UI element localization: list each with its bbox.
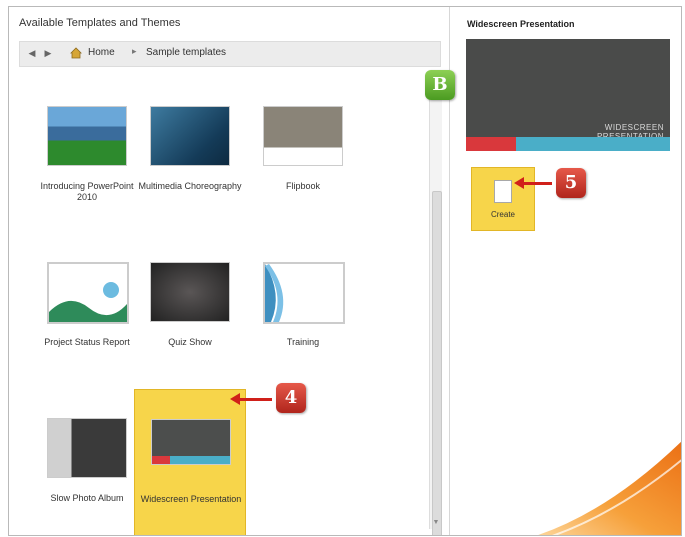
template-tile-flipbook[interactable]: Flipbook: [247, 99, 359, 239]
templates-scrollbar[interactable]: ▲ ▼: [429, 71, 442, 535]
template-label: Quiz Show: [168, 337, 212, 347]
template-tile-slow-photo-album[interactable]: Slow Photo Album: [31, 411, 143, 535]
home-icon[interactable]: [70, 47, 82, 59]
template-thumbnail: [151, 263, 229, 321]
template-tile-training[interactable]: Training: [247, 255, 359, 395]
template-thumbnail: [48, 419, 126, 477]
new-presentation-window: Available Templates and Themes ◀ ▶ Home …: [8, 6, 682, 536]
template-label: Flipbook: [285, 181, 321, 191]
scrollbar-thumb[interactable]: [432, 191, 442, 535]
scroll-down-icon[interactable]: ▼: [430, 517, 442, 529]
callout-4-arrow: [230, 393, 272, 405]
template-thumbnail: [48, 107, 126, 165]
callout-5-badge: 5: [556, 168, 586, 198]
template-label: Multimedia Choreography: [138, 181, 242, 191]
home-link[interactable]: Home: [88, 47, 115, 58]
template-preview-panel: Widescreen Presentation WIDESCREEN PRESE…: [449, 7, 681, 535]
template-breadcrumb-bar: ◀ ▶ Home ▸ Sample templates: [19, 41, 441, 67]
template-tile-project-status-report[interactable]: Project Status Report: [31, 255, 143, 395]
template-thumbnail: [264, 107, 342, 165]
template-label: Slow Photo Album: [50, 493, 124, 503]
template-label: Project Status Report: [44, 337, 130, 347]
template-thumbnail: [264, 263, 344, 323]
callout-b-badge: B: [425, 70, 455, 100]
template-label: Widescreen Presentation: [140, 494, 242, 504]
template-label: Training: [286, 337, 320, 347]
decorative-swoosh: [538, 441, 681, 535]
create-button[interactable]: Create: [471, 167, 535, 231]
callout-5-arrow: [514, 177, 552, 189]
template-preview-image: WIDESCREEN PRESENTATION: [466, 39, 670, 151]
template-tile-quiz-show[interactable]: Quiz Show: [134, 255, 246, 395]
new-document-icon: [494, 180, 512, 203]
templates-panel-title: Available Templates and Themes: [19, 17, 181, 29]
forward-arrow-icon[interactable]: ▶: [42, 47, 54, 59]
preview-accent-blue: [516, 137, 670, 151]
breadcrumb-separator-icon: ▸: [132, 46, 137, 56]
templates-panel: Available Templates and Themes ◀ ▶ Home …: [9, 7, 449, 535]
template-thumbnail: [151, 107, 229, 165]
template-thumbnail: [48, 263, 128, 323]
template-tile-widescreen-presentation[interactable]: Widescreen Presentation: [134, 389, 246, 535]
template-label: Introducing PowerPoint 2010: [40, 181, 134, 202]
breadcrumb-current: Sample templates: [146, 47, 227, 58]
preview-accent-red: [466, 137, 516, 151]
create-label: Create: [490, 210, 515, 219]
back-arrow-icon[interactable]: ◀: [26, 47, 38, 59]
template-tile-introducing-powerpoint[interactable]: Introducing PowerPoint 2010: [31, 99, 143, 239]
callout-4-badge: 4: [276, 383, 306, 413]
preview-title: Widescreen Presentation: [467, 19, 575, 29]
template-tile-multimedia-choreography[interactable]: Multimedia Choreography: [134, 99, 246, 239]
template-thumbnail: [152, 420, 230, 464]
